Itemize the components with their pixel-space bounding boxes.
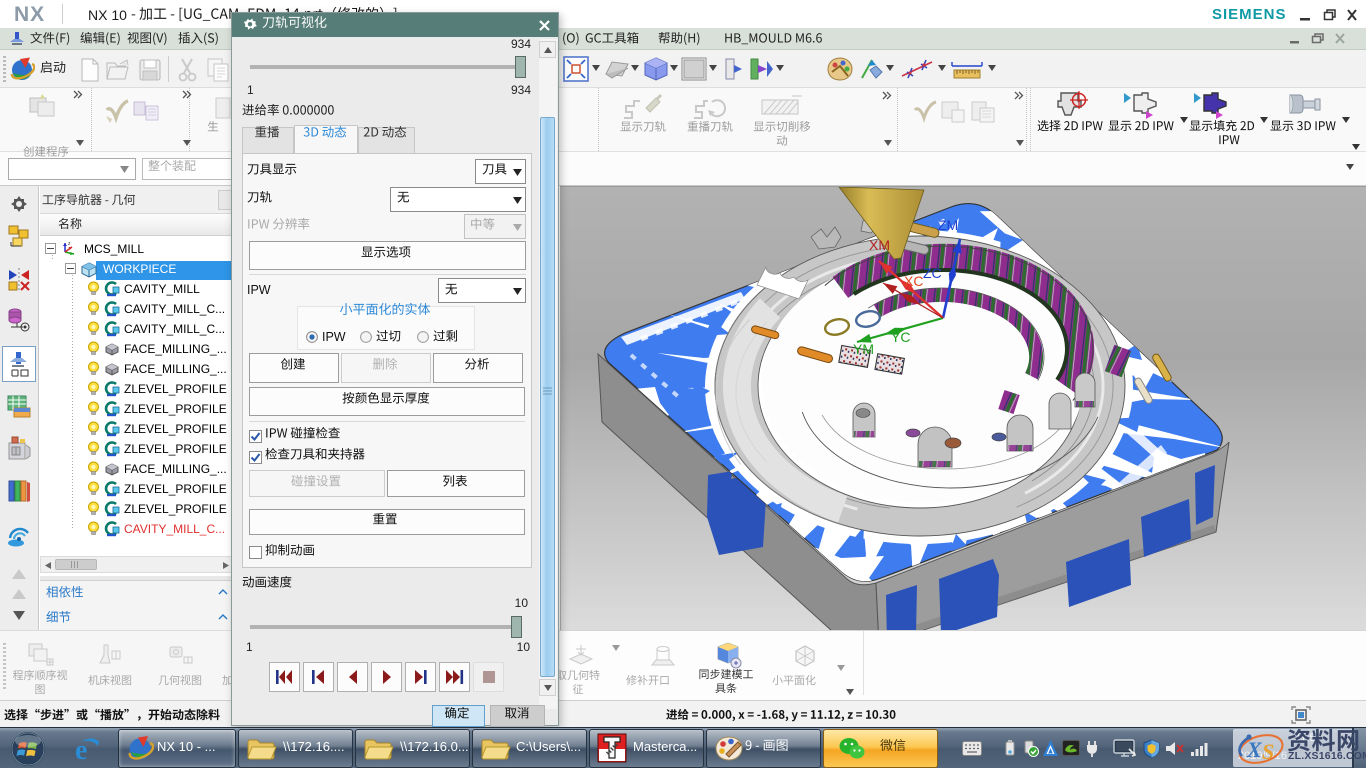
svg-text:YM: YM [853,341,874,357]
svg-text:ZC: ZC [923,265,942,281]
svg-text:z: z [68,241,71,247]
svg-text:XC: XC [904,273,923,289]
svg-text:YC: YC [891,329,910,345]
svg-text:ZM: ZM [938,217,958,233]
svg-text:XM: XM [869,237,890,253]
svg-text:S: S [1262,739,1274,764]
svg-text:e: e [75,735,87,764]
svg-text:X: X [1246,737,1263,762]
